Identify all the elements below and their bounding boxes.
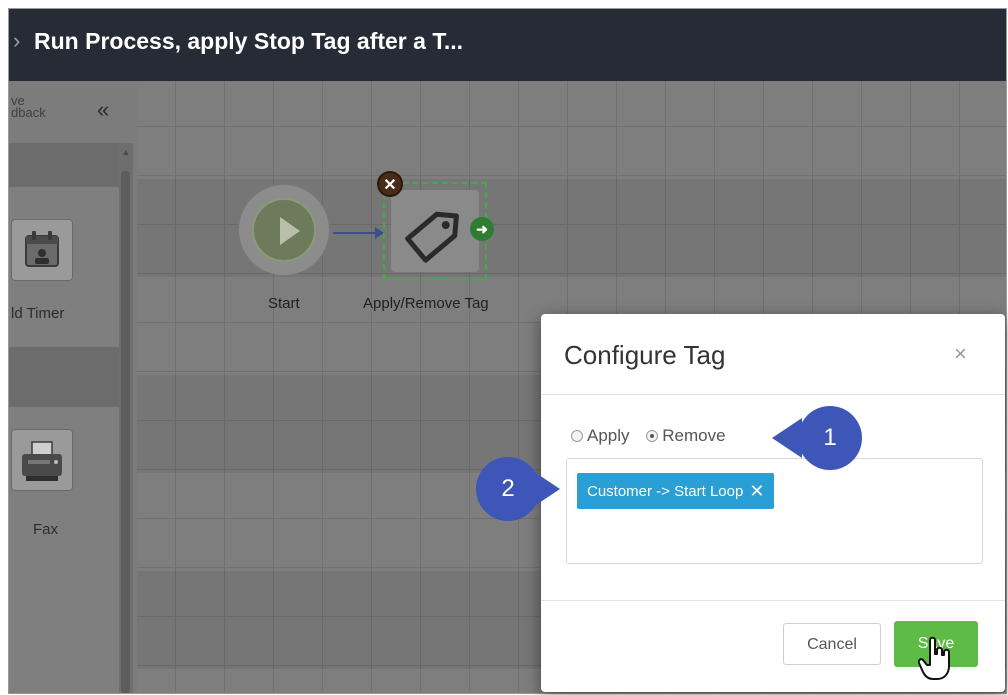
modal-header: Configure Tag ×: [541, 314, 1005, 395]
sidebar-section-band: [9, 347, 119, 407]
sidebar-header: ve dback «: [9, 81, 137, 143]
start-node-label: Start: [268, 295, 300, 312]
modal-title: Configure Tag: [564, 340, 726, 370]
sidebar-header-text: ve dback: [11, 94, 46, 120]
calendar-icon: [25, 231, 59, 267]
callout-badge-1: 1: [798, 406, 862, 470]
top-bar: › Run Process, apply Stop Tag after a T.…: [9, 9, 1006, 81]
connector-line: [333, 232, 377, 234]
fax-icon: [22, 441, 62, 481]
page-title: Run Process, apply Stop Tag after a T...: [34, 28, 464, 54]
breadcrumb-chevron-icon: ›: [13, 28, 21, 53]
sidebar-item-label: ld Timer: [11, 305, 65, 322]
play-icon: [280, 217, 300, 245]
close-icon[interactable]: ×: [954, 341, 967, 367]
radio-apply-dot[interactable]: [571, 430, 583, 442]
sidebar-item-timer[interactable]: ld Timer: [9, 187, 119, 347]
tag-icon: [405, 211, 459, 263]
sidebar-scroll-thumb[interactable]: [121, 171, 130, 693]
collapse-sidebar-icon[interactable]: «: [97, 97, 109, 123]
tag-node-tile: [391, 190, 479, 272]
tag-input-box[interactable]: Customer -> Start Loop ✕: [566, 458, 983, 564]
sidebar-section-band: [9, 143, 119, 187]
cancel-button[interactable]: Cancel: [783, 623, 881, 665]
sidebar-header-line-2: dback: [11, 105, 46, 120]
sidebar-item-label: Fax: [33, 521, 59, 538]
hand-cursor-icon: [918, 636, 950, 680]
tag-chip[interactable]: Customer -> Start Loop ✕: [577, 473, 775, 509]
sidebar: ve dback « ld Timer Fax ▲: [9, 81, 137, 693]
sidebar-item-fax[interactable]: Fax: [9, 407, 119, 693]
radio-remove-dot[interactable]: [646, 430, 659, 442]
radio-apply[interactable]: Apply: [571, 426, 630, 446]
radio-remove[interactable]: Remove: [646, 426, 726, 446]
apply-remove-radio-group: Apply Remove: [571, 426, 738, 446]
start-node[interactable]: [239, 185, 329, 275]
radio-apply-label: Apply: [587, 426, 630, 445]
callout-badge-2: 2: [476, 457, 540, 521]
node-output-arrow-icon[interactable]: ➜: [470, 217, 494, 241]
sidebar-item-tile: [11, 219, 73, 281]
scroll-up-icon[interactable]: ▲: [119, 143, 133, 161]
sidebar-item-tile: [11, 429, 73, 491]
radio-remove-label: Remove: [662, 426, 726, 445]
tag-node-label: Apply/Remove Tag: [363, 295, 489, 312]
remove-tag-icon[interactable]: ✕: [749, 481, 764, 501]
delete-node-icon[interactable]: ✕: [377, 171, 403, 197]
start-node-inner: [252, 198, 316, 262]
tag-chip-label: Customer -> Start Loop: [587, 483, 744, 500]
